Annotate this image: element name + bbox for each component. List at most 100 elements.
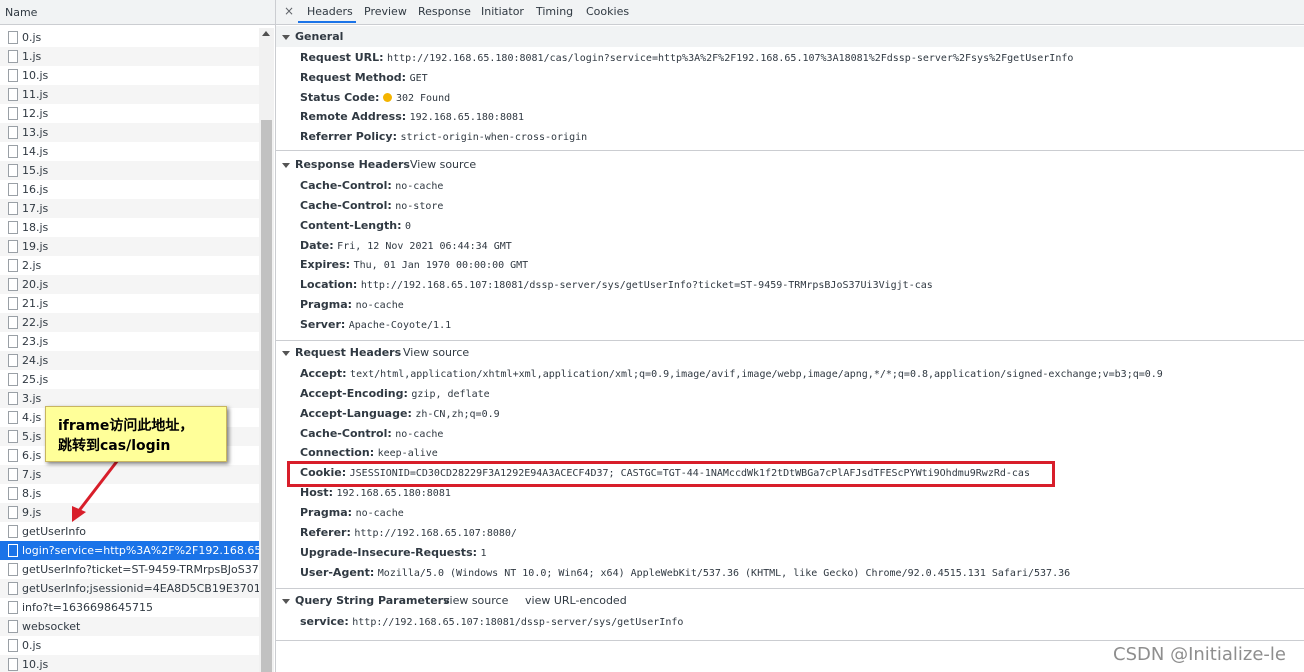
- request-row[interactable]: 16.js: [0, 180, 259, 199]
- request-row[interactable]: 0.js: [0, 28, 259, 47]
- request-name: 20.js: [22, 278, 49, 291]
- file-icon: [8, 183, 18, 196]
- request-row[interactable]: 14.js: [0, 142, 259, 161]
- request-list-scrollbar[interactable]: [259, 28, 274, 672]
- general-row: Referrer Policy: strict-origin-when-cros…: [300, 128, 587, 146]
- request-row[interactable]: 23.js: [0, 332, 259, 351]
- header-value: strict-origin-when-cross-origin: [400, 132, 588, 144]
- request-name: 19.js: [22, 240, 49, 253]
- request-row[interactable]: 13.js: [0, 123, 259, 142]
- file-icon: [8, 221, 18, 234]
- header-key: Date:: [300, 238, 334, 252]
- request-row[interactable]: 15.js: [0, 161, 259, 180]
- header-key: service:: [300, 615, 349, 628]
- request-row[interactable]: info?t=1636698645715: [0, 598, 259, 617]
- request-row[interactable]: 25.js: [0, 370, 259, 389]
- response-header-row: Content-Length: 0: [300, 217, 411, 235]
- header-value: 1: [480, 547, 487, 559]
- request-row[interactable]: 9.js: [0, 503, 259, 522]
- request-row[interactable]: getUserInfo: [0, 522, 259, 541]
- request-row[interactable]: 22.js: [0, 313, 259, 332]
- header-value: GET: [409, 72, 428, 84]
- request-row[interactable]: 24.js: [0, 351, 259, 370]
- cookie-highlight-box: [287, 461, 1055, 487]
- tab-response[interactable]: Response: [418, 5, 471, 18]
- tab-timing[interactable]: Timing: [536, 5, 573, 18]
- response-headers-section-header[interactable]: Response Headers View source: [276, 154, 1304, 175]
- scroll-thumb[interactable]: [261, 120, 272, 672]
- scroll-up-arrow-icon[interactable]: [262, 31, 270, 36]
- general-section-header[interactable]: General: [276, 26, 1304, 47]
- header-key: Connection:: [300, 446, 375, 460]
- tab-preview[interactable]: Preview: [364, 5, 407, 18]
- tab-initiator[interactable]: Initiator: [481, 5, 524, 18]
- response-header-row: Expires: Thu, 01 Jan 1970 00:00:00 GMT: [300, 256, 528, 274]
- request-row[interactable]: 17.js: [0, 199, 259, 218]
- request-row[interactable]: 21.js: [0, 294, 259, 313]
- request-name: 23.js: [22, 335, 49, 348]
- file-icon: [8, 487, 18, 500]
- tab-cookies[interactable]: Cookies: [586, 5, 629, 18]
- request-header-row: Accept: text/html,application/xhtml+xml,…: [300, 365, 1163, 383]
- status-dot-icon: [382, 93, 392, 103]
- request-name: 4.js: [22, 411, 42, 424]
- request-name: 22.js: [22, 316, 49, 329]
- file-icon: [8, 582, 18, 595]
- query-string-section-header[interactable]: Query String Parameters view source view…: [276, 590, 1304, 611]
- request-row[interactable]: 12.js: [0, 104, 259, 123]
- request-view-source-link[interactable]: View source: [403, 342, 469, 363]
- request-name: 16.js: [22, 183, 49, 196]
- header-value: text/html,application/xhtml+xml,applicat…: [350, 369, 1163, 380]
- request-row[interactable]: 7.js: [0, 465, 259, 484]
- query-string-title: Query String Parameters: [295, 594, 450, 607]
- query-view-source-link[interactable]: view source: [443, 590, 508, 611]
- header-value: no-cache: [355, 300, 404, 312]
- annotation-line-2: 跳转到cas/login: [58, 438, 171, 454]
- request-row[interactable]: 2.js: [0, 256, 259, 275]
- request-row[interactable]: 10.js: [0, 655, 259, 672]
- file-icon: [8, 354, 18, 367]
- request-row[interactable]: 0.js: [0, 636, 259, 655]
- active-tab-indicator: [298, 21, 356, 23]
- header-key: Accept-Language:: [300, 406, 412, 420]
- header-value: Apache-Coyote/1.1: [348, 319, 452, 331]
- file-icon: [8, 31, 18, 44]
- query-param-row: service: http://192.168.65.107:18081/dss…: [300, 613, 683, 631]
- response-view-source-link[interactable]: View source: [410, 154, 476, 175]
- header-key: Location:: [300, 278, 358, 292]
- request-row[interactable]: 10.js: [0, 66, 259, 85]
- request-name: 10.js: [22, 69, 49, 82]
- request-headers-section-header[interactable]: Request Headers View source: [276, 342, 1304, 363]
- request-row[interactable]: getUserInfo?ticket=ST-9459-TRMrpsBJoS37U…: [0, 560, 259, 579]
- request-row[interactable]: 8.js: [0, 484, 259, 503]
- header-value: Mozilla/5.0 (Windows NT 10.0; Win64; x64…: [377, 567, 1071, 579]
- request-row[interactable]: 19.js: [0, 237, 259, 256]
- request-row[interactable]: 1.js: [0, 47, 259, 66]
- query-view-url-encoded-link[interactable]: view URL-encoded: [525, 590, 627, 611]
- name-column-header[interactable]: Name: [0, 0, 275, 25]
- tab-headers[interactable]: Headers: [307, 5, 353, 18]
- header-value: Fri, 12 Nov 2021 06:44:34 GMT: [337, 240, 512, 252]
- file-icon: [8, 335, 18, 348]
- request-row[interactable]: 18.js: [0, 218, 259, 237]
- file-icon: [8, 468, 18, 481]
- file-icon: [8, 544, 18, 557]
- request-header-row: Accept-Language: zh-CN,zh;q=0.9: [300, 405, 500, 423]
- request-name: 13.js: [22, 126, 49, 139]
- request-row[interactable]: login?service=http%3A%2F%2F192.168.65.10…: [0, 541, 259, 560]
- request-name: websocket: [22, 620, 81, 633]
- request-row[interactable]: 20.js: [0, 275, 259, 294]
- file-icon: [8, 69, 18, 82]
- close-icon[interactable]: ×: [284, 4, 294, 18]
- request-row[interactable]: websocket: [0, 617, 259, 636]
- request-row[interactable]: getUserInfo;jsessionid=4EA8D5CB19E3701B7…: [0, 579, 259, 598]
- file-icon: [8, 506, 18, 519]
- file-icon: [8, 620, 18, 633]
- general-row: Remote Address: 192.168.65.180:8081: [300, 108, 524, 126]
- request-row[interactable]: 11.js: [0, 85, 259, 104]
- annotation-callout: iframe访问此地址， 跳转到cas/login: [45, 406, 227, 462]
- header-value: http://192.168.65.107:18081/dssp-server/…: [352, 617, 684, 628]
- header-key: Accept:: [300, 367, 347, 380]
- request-name: getUserInfo;jsessionid=4EA8D5CB19E3701B7…: [22, 582, 259, 595]
- request-name: 9.js: [22, 506, 42, 519]
